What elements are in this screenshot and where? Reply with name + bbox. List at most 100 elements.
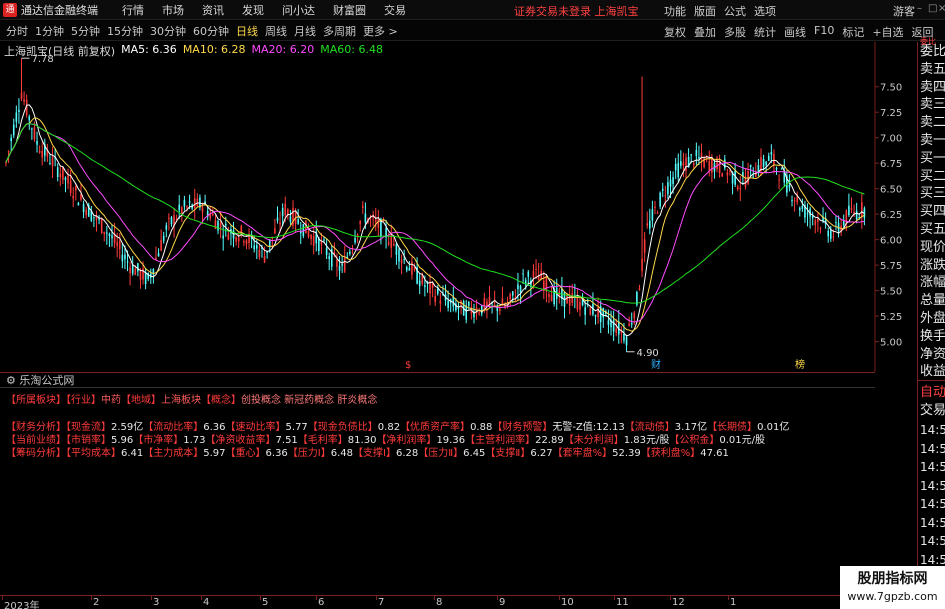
- candle-body: [527, 271, 530, 277]
- candle-body: [214, 220, 217, 230]
- candle-body: [656, 212, 659, 214]
- period-tab-2[interactable]: 5分钟: [71, 23, 100, 39]
- candle-body: [830, 230, 832, 239]
- candle-body: [126, 261, 129, 263]
- candle-body: [480, 304, 483, 314]
- tool-button-7[interactable]: +自选: [872, 24, 903, 40]
- candle-body: [411, 261, 413, 275]
- quote-row-label: 买四: [920, 204, 945, 220]
- tool-button-2[interactable]: 多股: [724, 24, 746, 40]
- date-label: 10: [561, 597, 574, 608]
- candle-body: [861, 202, 863, 217]
- right-menu-item-1[interactable]: 版面: [694, 3, 716, 19]
- quote-row-label: 买五: [920, 222, 945, 237]
- period-tab-1[interactable]: 1分钟: [35, 23, 64, 39]
- kline-chart-area[interactable]: 7.50 7.25 7.00 6.75 6.50 6.25 6.00 5.75 5.50 5.25…: [0, 42, 902, 372]
- indicator-panel-header[interactable]: ⚙ 乐淘公式网: [0, 372, 875, 388]
- date-tick: [559, 596, 560, 600]
- concept-tag: 【概念】: [201, 395, 241, 406]
- price-tick-label: 7.25: [880, 108, 902, 119]
- tool-button-1[interactable]: 叠加: [694, 24, 716, 40]
- period-tab-10[interactable]: 更多 >: [363, 23, 398, 39]
- tool-button-5[interactable]: F10: [814, 24, 834, 40]
- quote-row-label: 卖五: [920, 61, 945, 77]
- tool-button-3[interactable]: 统计: [754, 24, 776, 40]
- app-title: 通达信金融终端: [21, 3, 98, 17]
- quote-row-label: 卖二: [920, 115, 945, 131]
- tool-button-0[interactable]: 复权: [664, 24, 686, 40]
- candle-body: [532, 271, 535, 278]
- tool-button-6[interactable]: 标记: [842, 24, 864, 40]
- period-tab-7[interactable]: 周线: [265, 23, 287, 39]
- event-mark[interactable]: $: [405, 360, 411, 371]
- login-notice[interactable]: 证券交易未登录 上海凯宝: [514, 3, 639, 19]
- candle-body: [103, 232, 106, 235]
- candle-body: [364, 213, 367, 223]
- minimize-icon[interactable]: –: [917, 4, 927, 14]
- candle-body: [817, 218, 819, 222]
- event-mark[interactable]: 榜: [795, 358, 805, 371]
- period-tab-0[interactable]: 分时: [6, 23, 28, 39]
- candle-body: [646, 223, 649, 226]
- candle-body: [700, 152, 703, 160]
- period-tab-5[interactable]: 60分钟: [193, 23, 229, 39]
- candle-body: [819, 227, 822, 229]
- gear-icon[interactable]: ⚙: [6, 374, 16, 387]
- menu-item-1[interactable]: 市场: [153, 2, 193, 18]
- menu-item-3[interactable]: 发现: [233, 2, 273, 18]
- side-separator: [918, 380, 945, 381]
- menu-item-0[interactable]: 行情: [113, 2, 153, 18]
- period-tab-6[interactable]: 日线: [236, 23, 258, 39]
- candle-body: [235, 237, 237, 242]
- event-mark[interactable]: 财: [651, 358, 661, 371]
- period-tab-8[interactable]: 月线: [294, 23, 316, 39]
- candle-body: [297, 219, 299, 224]
- candle-body: [287, 209, 289, 215]
- candle-body: [59, 173, 62, 178]
- finance-value: 6.48: [330, 448, 354, 459]
- candle-body: [289, 216, 292, 222]
- candle-body: [579, 301, 581, 310]
- price-tick-label: 7.50: [880, 83, 902, 94]
- period-tab-4[interactable]: 30分钟: [150, 23, 186, 39]
- candle-body: [201, 206, 204, 213]
- candle-body: [641, 258, 643, 271]
- menu-item-2[interactable]: 资讯: [193, 2, 233, 18]
- maximize-icon[interactable]: □: [928, 4, 938, 14]
- date-label: 5: [262, 597, 269, 608]
- period-tab-3[interactable]: 15分钟: [107, 23, 143, 39]
- quote-row-label: 外盘: [920, 311, 945, 326]
- candle-body: [509, 293, 511, 300]
- date-axis: 2023年 2 3 4 5 6 7 8 9 10 11 12 1: [0, 595, 875, 609]
- menu-item-6[interactable]: 交易: [375, 2, 415, 18]
- candle-body: [245, 240, 248, 245]
- right-menu-item-2[interactable]: 公式: [724, 3, 746, 19]
- candle-body: [550, 295, 553, 302]
- price-tick-label: 5.50: [880, 287, 902, 298]
- candle-body: [93, 216, 95, 218]
- main-menu: 行情 市场 资讯 发现 问小达 财富圈 交易: [113, 2, 415, 18]
- candle-body: [638, 288, 641, 290]
- guest-label[interactable]: 游客: [893, 3, 915, 19]
- period-tab-9[interactable]: 多周期: [323, 23, 356, 39]
- candle-body: [848, 205, 850, 216]
- right-menu-item-3[interactable]: 选项: [754, 3, 776, 19]
- finance-label: 【支撑Ⅱ】: [485, 448, 531, 459]
- candle-body: [188, 201, 191, 203]
- candle-body: [328, 256, 330, 259]
- menu-item-5[interactable]: 财富圈: [324, 2, 375, 18]
- candle-body: [760, 156, 762, 171]
- candle-body: [64, 177, 67, 181]
- close-icon[interactable]: ×: [938, 4, 945, 14]
- candle-body: [258, 249, 261, 258]
- menu-item-4[interactable]: 问小达: [273, 2, 324, 18]
- tool-button-4[interactable]: 画线: [784, 24, 806, 40]
- side-tab-0[interactable]: 自动: [920, 385, 945, 400]
- kline-chart[interactable]: 7.50 7.25 7.00 6.75 6.50 6.25 6.00 5.75 5.50 5.25…: [0, 42, 917, 372]
- side-tab-1[interactable]: 交易: [920, 403, 945, 418]
- candle-body: [400, 259, 403, 264]
- date-tick: [2, 596, 3, 600]
- candle-body: [124, 254, 126, 260]
- candle-body: [667, 182, 669, 195]
- right-menu-item-0[interactable]: 功能: [664, 3, 686, 19]
